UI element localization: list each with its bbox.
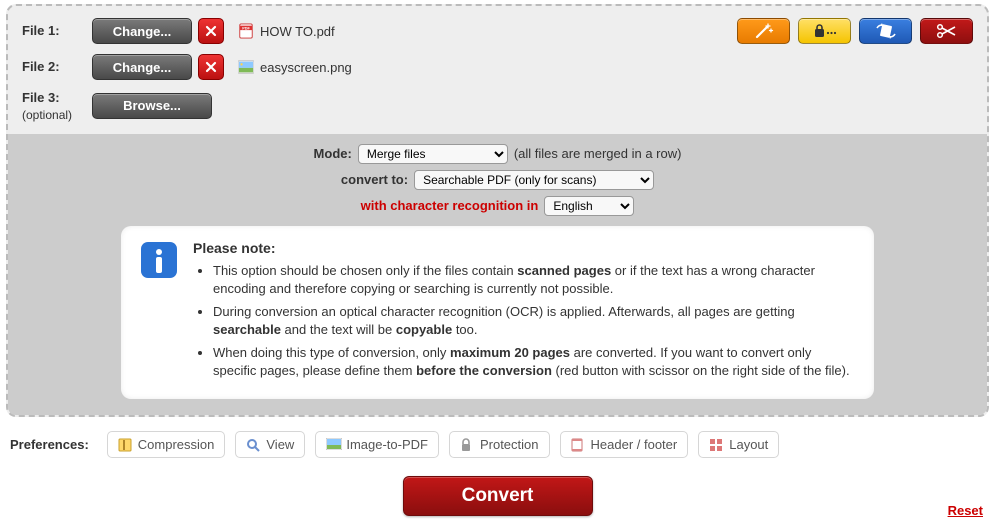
close-icon [205, 61, 217, 73]
ocr-label: with character recognition in [361, 198, 539, 213]
file-row-3: File 3: (optional) Browse... [22, 90, 973, 122]
pref-image-label: Image-to-PDF [346, 437, 428, 452]
mode-row: Mode: Merge files (all files are merged … [23, 144, 972, 164]
mode-hint: (all files are merged in a row) [514, 146, 682, 161]
reset-link[interactable]: Reset [948, 503, 983, 518]
convert-row: convert to: Searchable PDF (only for sca… [23, 170, 972, 190]
rotate-button[interactable] [859, 18, 912, 44]
note-item-1: This option should be chosen only if the… [213, 262, 856, 297]
pref-view-button[interactable]: View [235, 431, 305, 458]
footer: Convert Reset [0, 476, 995, 526]
file-2-label: File 2: [22, 59, 92, 75]
remove-button-1[interactable] [198, 18, 224, 44]
convert-label: convert to: [341, 172, 408, 187]
mode-label: Mode: [314, 146, 352, 161]
rotate-icon [874, 23, 898, 39]
info-icon [139, 240, 179, 280]
pref-header-label: Header / footer [591, 437, 678, 452]
change-button-2[interactable]: Change... [92, 54, 192, 80]
svg-text:PDF: PDF [242, 27, 250, 31]
close-icon [205, 25, 217, 37]
cut-pages-button[interactable] [920, 18, 973, 44]
mode-select[interactable]: Merge files [358, 144, 508, 164]
note-item-3: When doing this type of conversion, only… [213, 344, 856, 379]
convert-button[interactable]: Convert [403, 476, 593, 516]
ocr-row: with character recognition in English [23, 196, 972, 216]
change-button-1[interactable]: Change... [92, 18, 192, 44]
magic-wand-button[interactable] [737, 18, 790, 44]
file-3-optional-text: (optional) [22, 108, 92, 122]
pref-compression-button[interactable]: Compression [107, 431, 226, 458]
note-list: This option should be chosen only if the… [193, 262, 856, 379]
file-1-name: HOW TO.pdf [260, 24, 335, 39]
convert-to-select[interactable]: Searchable PDF (only for scans) [414, 170, 654, 190]
pref-layout-label: Layout [729, 437, 768, 452]
header-footer-icon [571, 438, 585, 452]
mode-section: Mode: Merge files (all files are merged … [8, 134, 987, 415]
scissors-icon [935, 23, 959, 39]
files-section: File 1: Change... PDF HOW TO.pdf File 2:… [8, 6, 987, 134]
upload-area: File 1: Change... PDF HOW TO.pdf File 2:… [6, 4, 989, 417]
preferences-row: Preferences: Compression View Image-to-P… [0, 431, 995, 458]
note-title: Please note: [193, 240, 856, 256]
preferences-label: Preferences: [10, 437, 89, 452]
note-item-2: During conversion an optical character r… [213, 303, 856, 338]
file-row-2: File 2: Change... easyscreen.png [22, 54, 973, 80]
image-icon [326, 438, 340, 452]
ocr-language-select[interactable]: English [544, 196, 634, 216]
file-2-name: easyscreen.png [260, 60, 352, 75]
lock-icon [812, 23, 838, 39]
image-file-icon [238, 59, 254, 75]
note-box: Please note: This option should be chose… [121, 226, 874, 399]
protection-button[interactable] [798, 18, 851, 44]
compression-icon [118, 438, 132, 452]
pref-image-button[interactable]: Image-to-PDF [315, 431, 439, 458]
note-content: Please note: This option should be chose… [193, 240, 856, 385]
browse-button-3[interactable]: Browse... [92, 93, 212, 119]
protection-icon [460, 438, 474, 452]
pref-header-footer-button[interactable]: Header / footer [560, 431, 689, 458]
file-1-label: File 1: [22, 23, 92, 39]
file-3-label-text: File 3: [22, 90, 60, 105]
remove-button-2[interactable] [198, 54, 224, 80]
pref-view-label: View [266, 437, 294, 452]
pref-protection-label: Protection [480, 437, 539, 452]
pref-layout-button[interactable]: Layout [698, 431, 779, 458]
layout-icon [709, 438, 723, 452]
magic-wand-icon [753, 23, 775, 39]
view-icon [246, 438, 260, 452]
pdf-file-icon: PDF [238, 23, 254, 39]
top-toolbar [737, 18, 973, 44]
file-3-label: File 3: (optional) [22, 90, 92, 122]
pref-compression-label: Compression [138, 437, 215, 452]
pref-protection-button[interactable]: Protection [449, 431, 550, 458]
